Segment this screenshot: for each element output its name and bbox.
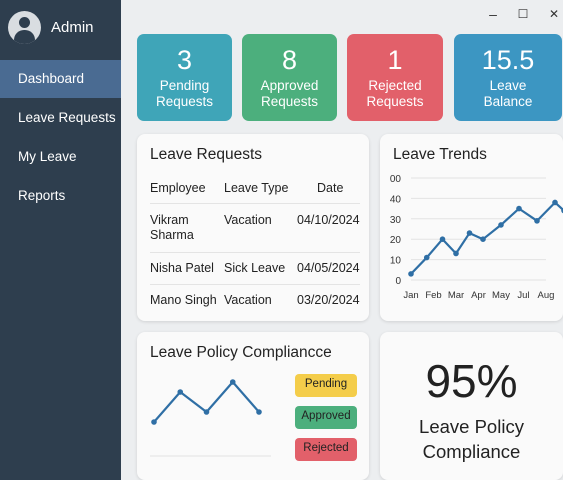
stat-label-line1: Pending: [159, 78, 210, 93]
stat-label-line2: Balance: [483, 94, 533, 109]
sidebar: Admin Dashboard Leave Requests My Leave …: [0, 0, 121, 480]
leave-type-cell: Vacation: [224, 293, 272, 307]
panel-title: Leave Requests: [150, 146, 263, 163]
x-tick-label: Feb: [425, 290, 441, 301]
minimize-button[interactable]: –: [484, 5, 502, 23]
stat-card-rejected[interactable]: 1 Rejected Requests: [347, 34, 443, 121]
data-point: [203, 409, 210, 415]
data-point: [229, 379, 236, 385]
data-point: [453, 250, 459, 257]
stat-label-line2: Requests: [155, 94, 214, 109]
leave-policy-compliance-panel: Leave Policy Compliancce Pending Approve…: [137, 332, 369, 480]
employee-cell: Vikram Sharma: [150, 213, 220, 243]
sidebar-item-leave-requests[interactable]: Leave Requests: [0, 99, 121, 137]
employee-cell: Mano Singh: [150, 293, 217, 307]
table-header-row: Employee Leave Type Date: [150, 178, 360, 204]
data-point: [408, 271, 414, 277]
x-tick-label: Jul: [517, 290, 529, 301]
compliance-label-line1: Leave Policy: [419, 416, 524, 437]
data-point: [423, 254, 430, 261]
x-tick-label: May: [492, 290, 510, 301]
data-point: [151, 419, 157, 425]
stat-value: 3: [176, 45, 193, 75]
data-point: [498, 222, 504, 228]
user-name: Admin: [51, 18, 94, 36]
leave-requests-panel: Leave Requests Employee Leave Type Date …: [137, 134, 369, 321]
compliance-percentage: 95%: [425, 355, 518, 407]
sidebar-nav: Dashboard Leave Requests My Leave Report…: [0, 60, 121, 216]
stat-value: 1: [387, 45, 403, 75]
sparkline: [153, 380, 260, 423]
leave-trends-panel: Leave Trends 0 10 20 30 40 00 Jan Feb Mar Apr May J…: [380, 134, 563, 321]
data-point: [516, 205, 522, 212]
compliance-label: Leave Policy Compliance: [380, 414, 563, 464]
column-header-employee: Employee: [150, 181, 206, 195]
stat-label-line2: Requests: [366, 94, 424, 109]
leave-type-cell: Vacation: [224, 213, 272, 227]
y-tick-label: 40: [390, 194, 402, 205]
user-avatar-icon: [8, 10, 41, 44]
table-row[interactable]: Vikram Sharma Vacation 04/10/2024: [150, 204, 360, 253]
stat-card-pending[interactable]: 3 Pending Requests: [137, 34, 232, 121]
employee-cell: Nisha Patel: [150, 261, 214, 275]
employee-name-line1: Vikram: [150, 213, 189, 227]
status-badge-approved[interactable]: Approved: [295, 406, 357, 429]
status-badge-rejected[interactable]: Rejected: [295, 438, 357, 461]
employee-name-line2: Sharma: [150, 228, 194, 242]
column-header-date: Date: [317, 181, 344, 195]
data-point: [466, 230, 473, 236]
stat-label-line1: Leave: [489, 78, 527, 93]
stat-label-line2: Requests: [260, 94, 319, 109]
table-row[interactable]: Nisha Patel Sick Leave 04/05/2024: [150, 253, 360, 285]
stat-card-leave-balance[interactable]: 15.5 Leave Balance: [454, 34, 562, 121]
leave-type-cell: Sick Leave: [224, 261, 286, 275]
stat-value: 15.5: [481, 45, 535, 75]
sidebar-item-my-leave[interactable]: My Leave: [0, 138, 121, 176]
y-tick-label: 0: [395, 276, 401, 287]
maximize-button[interactable]: ☐: [514, 5, 532, 23]
sidebar-item-dashboard[interactable]: Dashboard: [0, 60, 121, 98]
stat-value: 8: [281, 45, 298, 75]
data-point: [534, 218, 540, 224]
table-row[interactable]: Mano Singh Vacation 03/20/2024: [150, 285, 360, 317]
compliance-label-line2: Compliance: [422, 441, 521, 462]
stat-card-approved[interactable]: 8 Approved Requests: [242, 34, 337, 121]
trend-line: [410, 201, 563, 275]
y-tick-label: 10: [390, 256, 402, 267]
date-cell: 03/20/2024: [297, 293, 360, 307]
x-tick-label: Jan: [403, 290, 418, 301]
x-tick-label: Aug: [538, 290, 555, 301]
y-tick-label: 30: [390, 215, 402, 226]
sidebar-item-reports[interactable]: Reports: [0, 177, 121, 215]
data-point: [480, 236, 486, 242]
column-header-leave-type: Leave Type: [224, 181, 289, 195]
y-tick-label: 00: [390, 174, 402, 185]
date-cell: 04/10/2024: [297, 213, 360, 227]
compliance-stat-panel: 95% Leave Policy Compliance: [380, 332, 563, 480]
data-point: [177, 389, 184, 395]
leave-trends-chart: 0 10 20 30 40 00 Jan Feb Mar Apr May Jul Aug: [390, 174, 563, 301]
x-tick-label: Apr: [471, 290, 486, 301]
close-button[interactable]: ✕: [545, 5, 563, 23]
x-tick-label: Mar: [448, 290, 464, 301]
data-point: [256, 409, 262, 415]
leave-requests-table: Employee Leave Type Date Vikram Sharma V…: [150, 178, 360, 317]
y-tick-label: 20: [390, 235, 402, 246]
stat-label-line1: Rejected: [368, 78, 422, 93]
data-point: [439, 236, 446, 242]
stat-label-line1: Approved: [260, 78, 319, 93]
data-point: [552, 199, 558, 206]
user-profile[interactable]: Admin: [8, 10, 94, 44]
status-badge-pending[interactable]: Pending: [295, 374, 357, 397]
date-cell: 04/05/2024: [297, 261, 360, 275]
